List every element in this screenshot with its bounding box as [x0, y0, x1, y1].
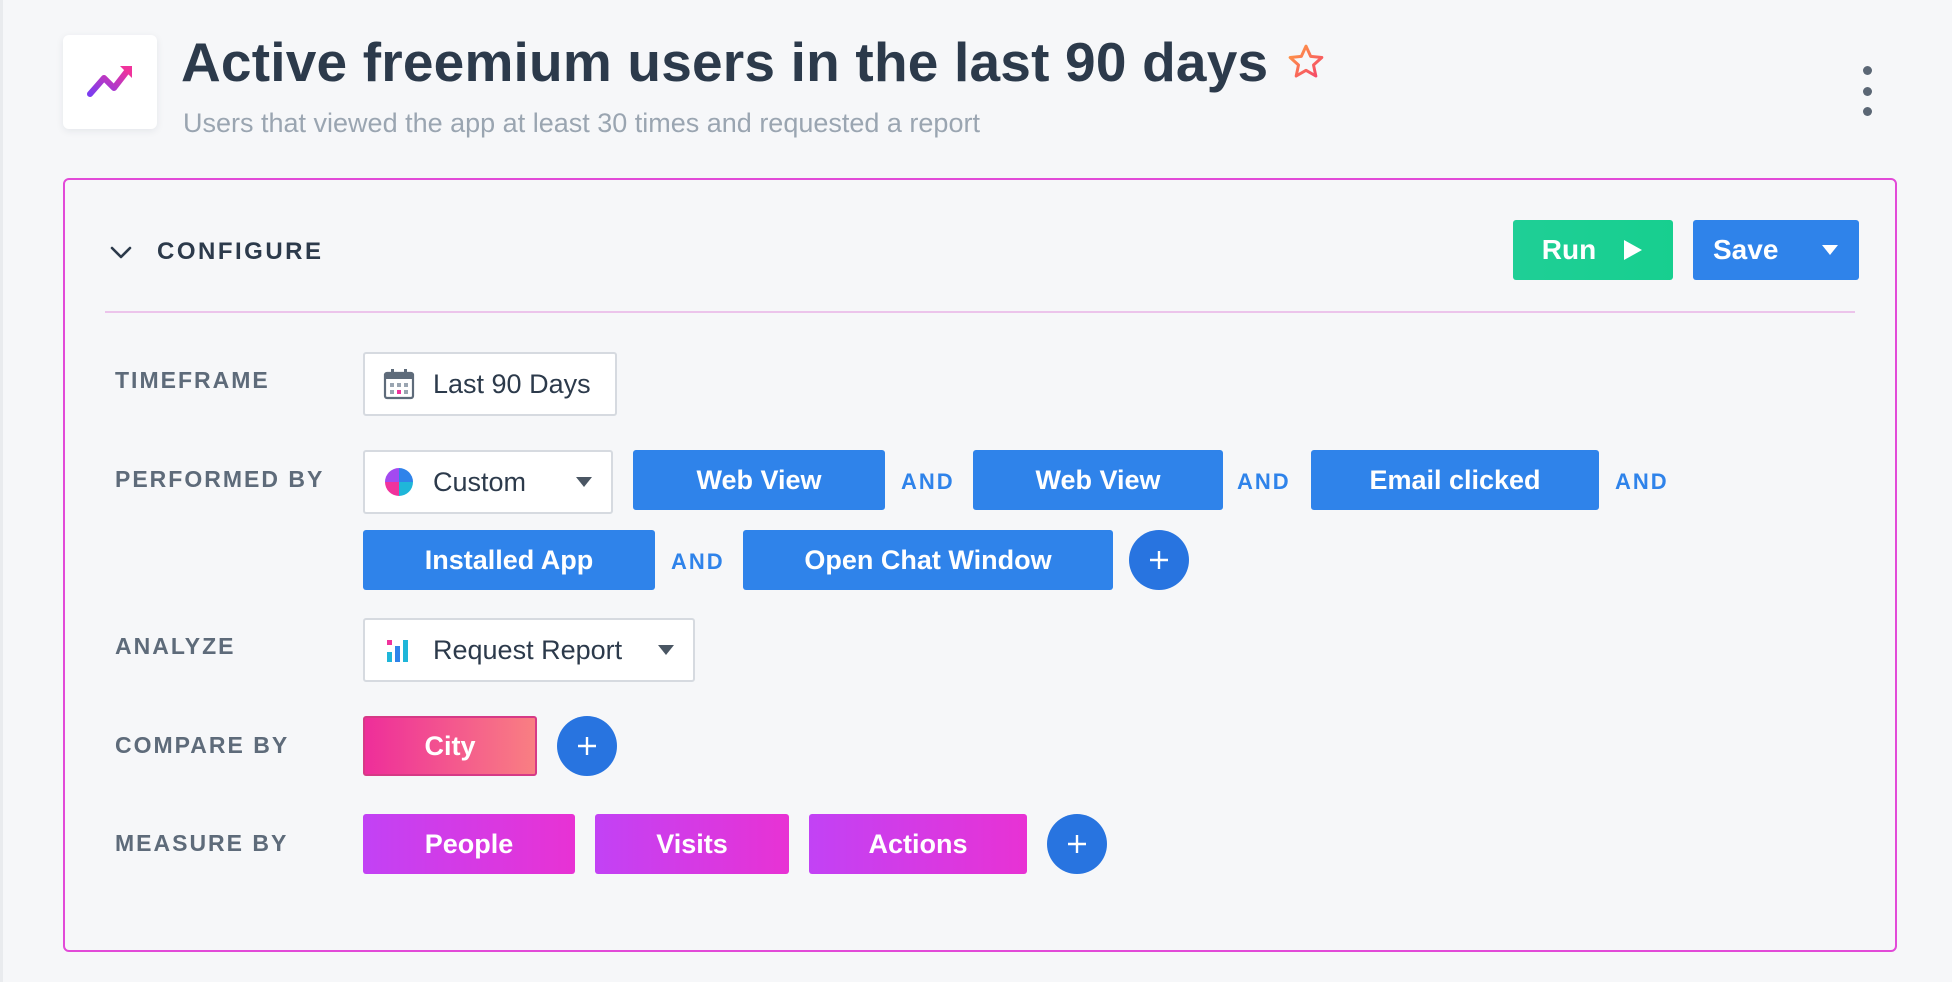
configure-divider [105, 311, 1855, 313]
configure-panel: CONFIGURE Run Save TIMEFRAME Last 90 Day… [63, 178, 1897, 952]
event-chip-label: Email clicked [1369, 464, 1541, 495]
measure-chip[interactable]: Actions [809, 814, 1027, 874]
configure-toggle[interactable]: CONFIGURE [109, 238, 324, 266]
report-page: Active freemium users in the last 90 day… [0, 0, 1952, 982]
run-button[interactable]: Run [1513, 220, 1673, 280]
timeframe-value: Last 90 Days [433, 368, 591, 399]
bar-chart-icon [383, 634, 415, 666]
trend-line-icon [87, 66, 132, 97]
run-label: Run [1541, 234, 1597, 265]
compare-chip[interactable]: City [363, 716, 537, 776]
event-chip-label: Web View [1035, 464, 1161, 495]
caret-down-icon [576, 477, 592, 487]
analyze-label: ANALYZE [115, 633, 236, 659]
and-connector: AND [1237, 469, 1291, 494]
and-connector: AND [671, 549, 725, 574]
and-connector: AND [901, 469, 955, 494]
save-button[interactable]: Save [1693, 220, 1859, 280]
measure-chip-label: Visits [656, 828, 728, 859]
measure-chip[interactable]: Visits [595, 814, 789, 874]
add-compare-button[interactable] [557, 716, 617, 776]
page-subtitle: Users that viewed the app at least 30 ti… [183, 108, 980, 138]
plus-icon [1068, 835, 1086, 853]
caret-down-icon[interactable] [1821, 244, 1839, 256]
event-chip-label: Web View [696, 464, 822, 495]
title-row: Active freemium users in the last 90 day… [181, 30, 1326, 94]
page-title: Active freemium users in the last 90 day… [181, 31, 1269, 93]
event-chip-label: Open Chat Window [804, 544, 1052, 575]
performed-by-label: PERFORMED BY [115, 466, 325, 492]
add-measure-button[interactable] [1047, 814, 1107, 874]
timeframe-select[interactable]: Last 90 Days [363, 352, 617, 416]
measure-chip-label: People [424, 828, 514, 859]
timeframe-label: TIMEFRAME [115, 367, 270, 393]
analyze-select[interactable]: Request Report [363, 618, 695, 682]
calendar-icon [383, 368, 415, 400]
save-label: Save [1713, 234, 1779, 265]
measure-by-label: MEASURE BY [115, 830, 289, 856]
segment-icon [383, 466, 415, 498]
star-outline-icon[interactable] [1286, 42, 1326, 82]
analyze-value: Request Report [433, 634, 623, 665]
configure-label: CONFIGURE [157, 238, 324, 265]
event-chip[interactable]: Email clicked [1311, 450, 1599, 510]
and-connector: AND [1615, 469, 1669, 494]
measure-chip[interactable]: People [363, 814, 575, 874]
compare-chip-label: City [424, 730, 476, 761]
chevron-down-icon [110, 246, 132, 259]
event-chip[interactable]: Web View [633, 450, 885, 510]
play-icon [1624, 240, 1643, 260]
plus-icon [578, 737, 596, 755]
kebab-dot [1862, 107, 1872, 116]
kebab-dot [1862, 66, 1872, 75]
measure-chip-label: Actions [868, 828, 968, 859]
event-chip[interactable]: Web View [973, 450, 1223, 510]
add-event-button[interactable] [1129, 530, 1189, 590]
report-logo [63, 35, 157, 129]
kebab-dot [1862, 86, 1872, 96]
event-chip[interactable]: Installed App [363, 530, 655, 590]
compare-by-label: COMPARE BY [115, 732, 290, 758]
performed-by-value: Custom [433, 466, 527, 497]
more-vertical-icon[interactable] [1855, 66, 1879, 116]
caret-down-icon [658, 645, 674, 655]
plus-icon [1150, 551, 1168, 569]
event-chip-label: Installed App [424, 544, 594, 575]
performed-by-select[interactable]: Custom [363, 450, 613, 514]
event-chip[interactable]: Open Chat Window [743, 530, 1113, 590]
